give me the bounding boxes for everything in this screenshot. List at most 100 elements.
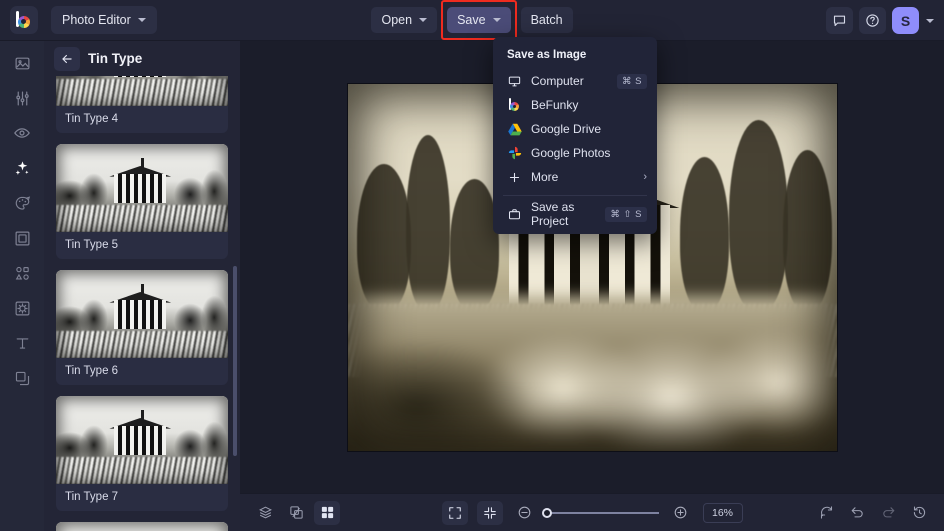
text-t-icon — [16, 337, 28, 349]
sidebar-item-overlays[interactable] — [7, 296, 37, 320]
fit-screen-icon — [448, 506, 461, 519]
sparkles-icon — [15, 160, 28, 175]
overlay-icon — [15, 301, 29, 315]
save-menu-heading: Save as Image — [507, 49, 587, 61]
batch-button[interactable]: Batch — [520, 7, 573, 33]
menu-item-label: Google Photos — [531, 146, 611, 160]
mode-selector-label: Photo Editor — [62, 13, 131, 27]
zoom-slider-knob[interactable] — [541, 507, 552, 518]
list-item-label: Tin Type 4 — [65, 113, 119, 125]
menu-item-shortcut: ⌘ S — [617, 73, 647, 89]
compare-button[interactable] — [283, 501, 309, 525]
open-button-label: Open — [381, 13, 413, 27]
sidebar-item-image[interactable] — [7, 51, 37, 75]
menu-item-label: BeFunky — [531, 98, 579, 112]
menu-item-more[interactable]: More › — [493, 165, 657, 189]
avatar-initial: S — [900, 12, 911, 29]
monitor-icon — [507, 74, 522, 89]
compare-icon — [289, 506, 303, 519]
left-tool-rail — [0, 41, 44, 531]
list-item-label: Tin Type 7 — [65, 491, 119, 503]
sidebar-item-frames[interactable] — [7, 226, 37, 250]
thumbnail-preview — [56, 144, 228, 232]
briefcase-icon — [507, 207, 522, 222]
menu-item-save-as-project[interactable]: Save as Project ⌘ ⇧ S — [493, 200, 657, 228]
reset-button[interactable] — [813, 501, 839, 525]
page-title: Tin Type — [88, 51, 143, 66]
sidebar-item-graphics[interactable] — [7, 261, 37, 285]
list-item[interactable]: Tin Type 4 — [56, 76, 228, 133]
panel-header: Tin Type — [44, 41, 240, 76]
image-icon — [15, 57, 29, 69]
thumbnail-preview — [56, 522, 228, 531]
undo-arrow-icon — [851, 507, 863, 518]
palette-icon — [15, 195, 30, 210]
menu-item-label: Save as Project — [531, 200, 575, 228]
thumbnail-preview — [56, 396, 228, 484]
befunky-logo-button[interactable] — [10, 6, 38, 34]
list-item[interactable]: Tin Type 6 — [56, 270, 228, 385]
arrow-left-icon — [62, 54, 72, 63]
sidebar-item-edit[interactable] — [7, 86, 37, 110]
panel-scrollbar[interactable] — [233, 266, 237, 456]
avatar[interactable]: S — [892, 7, 919, 34]
bottom-left-tools — [252, 500, 340, 525]
plus-icon — [507, 170, 522, 185]
list-item[interactable]: Tin Type 5 — [56, 144, 228, 259]
sidebar-item-touchup[interactable] — [7, 121, 37, 145]
list-item[interactable]: Tin Type 8 — [56, 522, 228, 531]
menu-item-google-drive[interactable]: Google Drive — [493, 117, 657, 141]
undo-button[interactable] — [844, 501, 870, 525]
save-dropdown-menu: Save as Image Computer ⌘ S BeFunky Googl… — [493, 37, 657, 234]
top-right-actions: S — [826, 0, 936, 41]
chevron-down-icon — [419, 18, 428, 22]
zoom-level-value[interactable]: 16% — [702, 502, 743, 523]
bottom-right-tools — [813, 501, 932, 525]
thumbnail-preview — [56, 270, 228, 358]
menu-item-shortcut: ⌘ ⇧ S — [605, 206, 647, 222]
sidebar-item-layers[interactable] — [7, 366, 37, 390]
back-button[interactable] — [54, 46, 80, 71]
frame-icon — [15, 231, 29, 245]
stack-icon — [258, 506, 272, 519]
top-toolbar: Photo Editor Open Save Batch S — [0, 0, 944, 41]
help-button[interactable] — [859, 7, 886, 34]
actual-size-button[interactable] — [476, 500, 503, 525]
fit-screen-button[interactable] — [441, 500, 468, 525]
open-button[interactable]: Open — [371, 7, 438, 33]
menu-item-computer[interactable]: Computer ⌘ S — [493, 69, 657, 93]
zoom-slider-track[interactable] — [541, 507, 659, 518]
save-button-label: Save — [457, 13, 486, 27]
befunky-logo-icon — [15, 10, 34, 30]
zoom-slider[interactable] — [541, 507, 659, 518]
grid-button[interactable] — [314, 500, 340, 525]
menu-item-label: Computer — [531, 74, 584, 88]
plus-circle-icon — [674, 506, 687, 519]
menu-item-label: Google Drive — [531, 122, 602, 136]
feedback-button[interactable] — [826, 7, 853, 34]
bottom-toolbar: 16% — [240, 493, 944, 531]
zoom-in-button[interactable] — [668, 501, 694, 525]
save-button[interactable]: Save — [441, 0, 517, 40]
layers-button[interactable] — [252, 501, 278, 525]
sidebar-item-text[interactable] — [7, 331, 37, 355]
list-item-label: Tin Type 6 — [65, 365, 119, 377]
menu-divider — [503, 195, 647, 196]
redo-button[interactable] — [875, 501, 901, 525]
zoom-out-button[interactable] — [512, 501, 538, 525]
mode-selector-photo-editor[interactable]: Photo Editor — [51, 6, 157, 34]
sliders-icon — [15, 91, 29, 105]
effects-panel: Tin Type Tin Type 4 Tin Type 5 Tin Type … — [44, 41, 240, 531]
history-button[interactable] — [906, 501, 932, 525]
sidebar-item-effects[interactable] — [7, 156, 37, 180]
sidebar-item-artsy[interactable] — [7, 191, 37, 215]
befunky-photo-editor-app: Photo Editor Open Save Batch S Tin Type … — [0, 0, 944, 531]
chevron-down-icon[interactable] — [926, 18, 934, 23]
batch-button-label: Batch — [530, 13, 563, 27]
menu-item-google-photos[interactable]: Google Photos — [493, 141, 657, 165]
menu-item-befunky[interactable]: BeFunky — [493, 93, 657, 117]
effects-thumbnail-list[interactable]: Tin Type 4 Tin Type 5 Tin Type 6 Tin Typ… — [44, 76, 240, 531]
redo-arrow-icon — [882, 507, 894, 518]
list-item[interactable]: Tin Type 7 — [56, 396, 228, 511]
befunky-logo-icon — [507, 98, 522, 113]
